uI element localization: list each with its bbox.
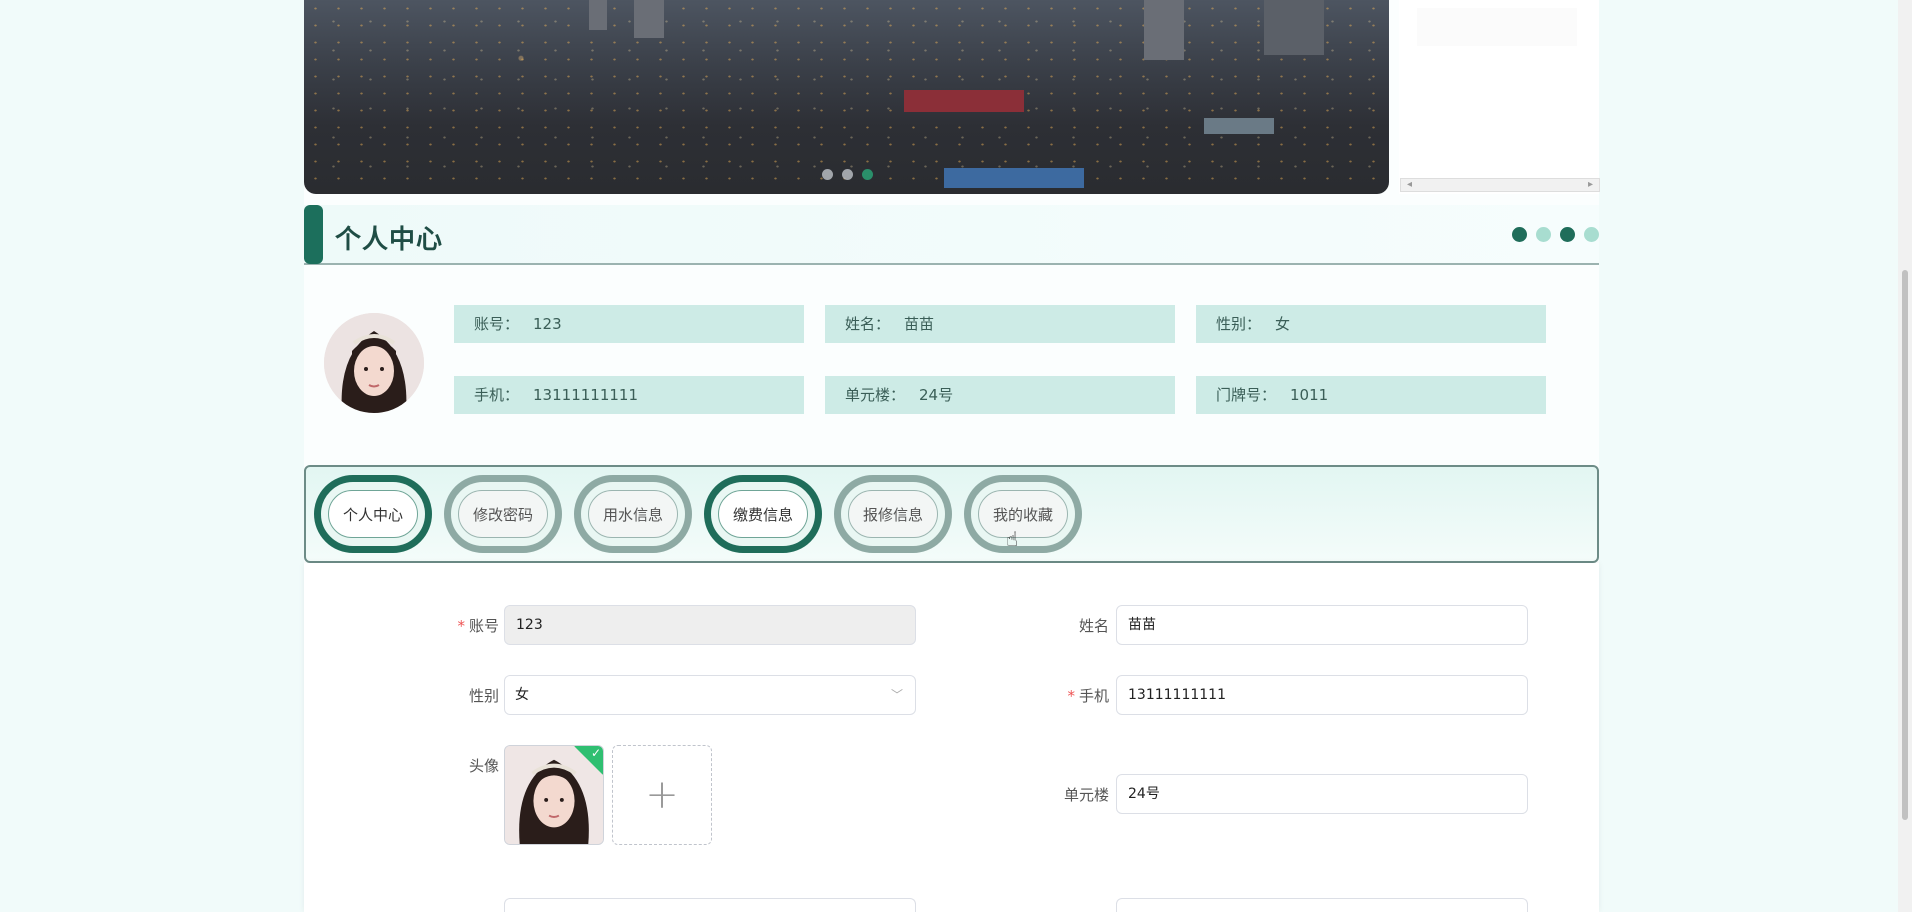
tab-personal-center[interactable]: 个人中心 <box>314 475 432 553</box>
tab-change-password[interactable]: 修改密码 <box>444 475 562 553</box>
tab-label[interactable]: 个人中心 <box>328 490 418 538</box>
tab-strip: 个人中心 修改密码 用水信息 缴费信息 报修信息 我的收藏 <box>304 465 1599 563</box>
decor-dots <box>1512 227 1599 242</box>
gender-label: 性别 <box>468 687 499 705</box>
info-key: 姓名： <box>845 315 891 333</box>
page-scrollbar[interactable] <box>1898 0 1912 912</box>
gender-select[interactable]: 女 ﹀ <box>504 675 916 715</box>
info-key: 门牌号： <box>1216 386 1277 404</box>
tab-water-usage[interactable]: 用水信息 <box>574 475 692 553</box>
banner-dot[interactable] <box>842 169 853 180</box>
banner-building <box>1264 0 1324 55</box>
chevron-down-icon[interactable]: ﹀ <box>891 676 903 714</box>
avatar <box>324 313 424 413</box>
name-label: 姓名 <box>1078 617 1109 635</box>
info-cell-name: 姓名： 苗苗 <box>825 305 1175 343</box>
banner-rooftop <box>944 168 1084 188</box>
avatar-upload-button[interactable]: + <box>612 745 712 845</box>
tab-repair-info[interactable]: 报修信息 <box>834 475 952 553</box>
gender-value: 女 <box>515 687 529 703</box>
account-label: * 账号 <box>404 615 499 636</box>
required-mark: * <box>1067 687 1075 705</box>
info-key: 性别： <box>1216 315 1262 333</box>
building-input[interactable]: 24号 <box>1116 774 1528 814</box>
banner-building <box>589 0 607 30</box>
name-input[interactable]: 苗苗 <box>1116 605 1528 645</box>
info-key: 手机： <box>474 386 520 404</box>
banner-rooftop <box>904 90 1024 112</box>
account-label-text: 账号 <box>468 617 499 635</box>
tab-my-favorites[interactable]: 我的收藏 <box>964 475 1082 553</box>
arrow-right-icon[interactable]: ▸ <box>1588 179 1593 190</box>
building-label: 单元楼 <box>1063 786 1109 804</box>
section-header: 个人中心 <box>304 205 1599 265</box>
tab-label[interactable]: 缴费信息 <box>718 490 808 538</box>
banner-building <box>634 0 664 38</box>
account-input[interactable]: 123 <box>504 605 916 645</box>
phone-input[interactable]: 13111111111 <box>1116 675 1528 715</box>
info-value: 123 <box>533 315 562 333</box>
main-content: ◂ ▸ 个人中心 账号： 123 姓名： 苗苗 性别： 女 手机： 1311111111… <box>304 0 1600 912</box>
avatar-label: 头像 <box>468 757 499 775</box>
decor-dot <box>1536 227 1551 242</box>
banner-building <box>1144 0 1184 60</box>
decor-dot <box>1512 227 1527 242</box>
hand-cursor-icon: ☝ <box>1006 527 1019 551</box>
form-field-partial[interactable] <box>504 898 916 912</box>
horizontal-scrollbar[interactable]: ◂ ▸ <box>1400 178 1600 192</box>
section-accent-bar <box>304 205 323 264</box>
tab-label[interactable]: 用水信息 <box>588 490 678 538</box>
info-key: 单元楼： <box>845 386 906 404</box>
side-panel <box>1399 0 1599 194</box>
avatar-upload-thumbnail[interactable]: ✓ <box>504 745 604 845</box>
info-value: 女 <box>1275 315 1291 333</box>
tab-label[interactable]: 报修信息 <box>848 490 938 538</box>
banner-rooftop <box>1204 118 1274 134</box>
decor-dot <box>1560 227 1575 242</box>
section-title: 个人中心 <box>335 225 444 255</box>
phone-label-text: 手机 <box>1078 687 1109 705</box>
info-key: 账号： <box>474 315 520 333</box>
arrow-left-icon[interactable]: ◂ <box>1407 179 1412 190</box>
scrollbar-thumb[interactable] <box>1902 270 1908 820</box>
banner-carousel[interactable] <box>304 0 1389 194</box>
tab-label[interactable]: 我的收藏 <box>978 490 1068 538</box>
form-field-partial[interactable] <box>1116 898 1528 912</box>
check-icon: ✓ <box>590 746 601 760</box>
info-value: 苗苗 <box>904 315 935 333</box>
info-cell-building: 单元楼： 24号 <box>825 376 1175 414</box>
avatar-image <box>324 313 424 413</box>
info-cell-door: 门牌号： 1011 <box>1196 376 1546 414</box>
banner-dot-active[interactable] <box>862 169 873 180</box>
info-cell-phone: 手机： 13111111111 <box>454 376 804 414</box>
required-mark: * <box>457 617 465 635</box>
info-value: 1011 <box>1290 386 1329 404</box>
info-value: 24号 <box>919 386 954 404</box>
info-cell-account: 账号： 123 <box>454 305 804 343</box>
banner-indicators <box>822 169 873 180</box>
phone-label: * 手机 <box>1014 685 1109 706</box>
banner-dot[interactable] <box>822 169 833 180</box>
info-cell-gender: 性别： 女 <box>1196 305 1546 343</box>
tab-payment-info[interactable]: 缴费信息 <box>704 475 822 553</box>
info-value: 13111111111 <box>533 386 638 404</box>
banner-city-lights <box>304 0 1389 194</box>
tab-label[interactable]: 修改密码 <box>458 490 548 538</box>
decor-dot <box>1584 227 1599 242</box>
side-panel-box <box>1417 8 1577 46</box>
